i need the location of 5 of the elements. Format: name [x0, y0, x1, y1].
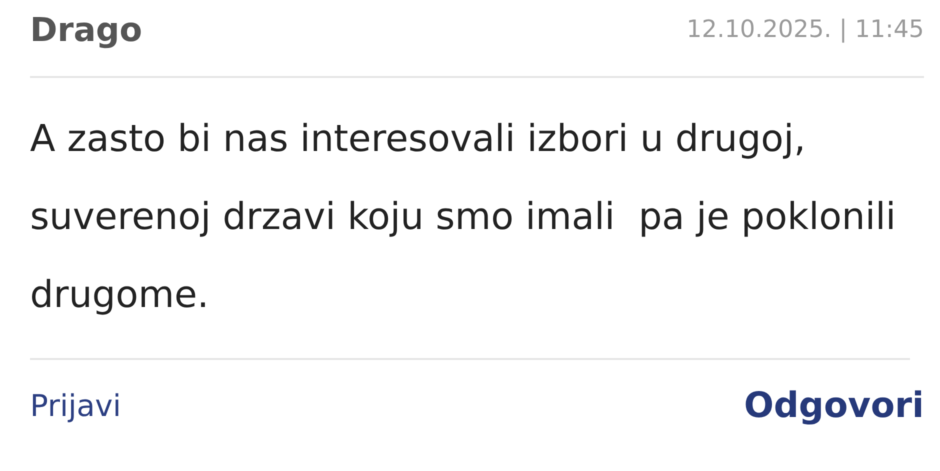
reply-link[interactable]: Odgovori — [744, 386, 924, 426]
comment-text: A zasto bi nas interesovali izbori u drugoj, suverenoj drzavi koju smo imali pa je poklonili drugome. — [30, 78, 910, 360]
author-name: Drago — [30, 10, 142, 48]
report-link[interactable]: Prijavi — [30, 388, 122, 424]
comment-timestamp: 12.10.2025. | 11:45 — [686, 15, 924, 43]
